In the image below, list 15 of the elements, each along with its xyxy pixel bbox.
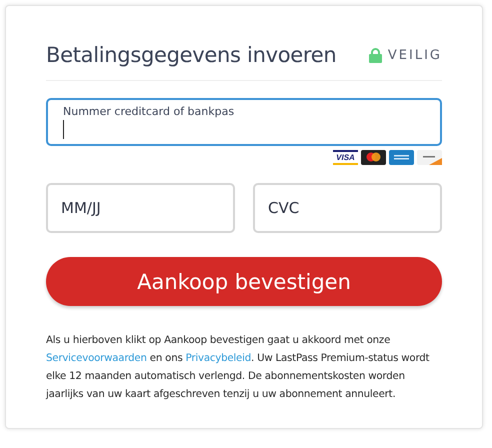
cvc-field[interactable]: CVC: [253, 183, 442, 233]
expiry-field[interactable]: MM/JJ: [46, 183, 235, 233]
legal-text: Als u hierboven klikt op Aankoop bevestigen gaat u akkoord met onze Servicevoorwaarden en ons Privacybeleid. Uw LastPass Premium-status wordt elke 12 maanden automatisch verlengd. De abonnementskosten worden jaarlijks van uw kaart afgeschreven tenzij u uw abonnement annuleert.: [46, 334, 430, 402]
lock-icon: [368, 48, 382, 62]
discover-logo-icon: [417, 150, 442, 165]
amex-logo-icon: [389, 150, 414, 165]
mastercard-logo-icon: [361, 150, 386, 165]
confirm-purchase-button[interactable]: Aankoop bevestigen: [46, 257, 442, 306]
legal-link[interactable]: Servicevoorwaarden: [46, 353, 147, 364]
card-number-field[interactable]: Nummer creditcard of bankpas: [46, 98, 442, 146]
legal-link[interactable]: Privacybeleid: [186, 353, 252, 364]
field-label: Nummer creditcard of bankpas: [63, 105, 236, 118]
form-title: Betalingsgegevens invoeren: [46, 43, 336, 67]
visa-logo: VISA: [333, 150, 358, 165]
secure-label: VEILIG: [388, 48, 442, 62]
